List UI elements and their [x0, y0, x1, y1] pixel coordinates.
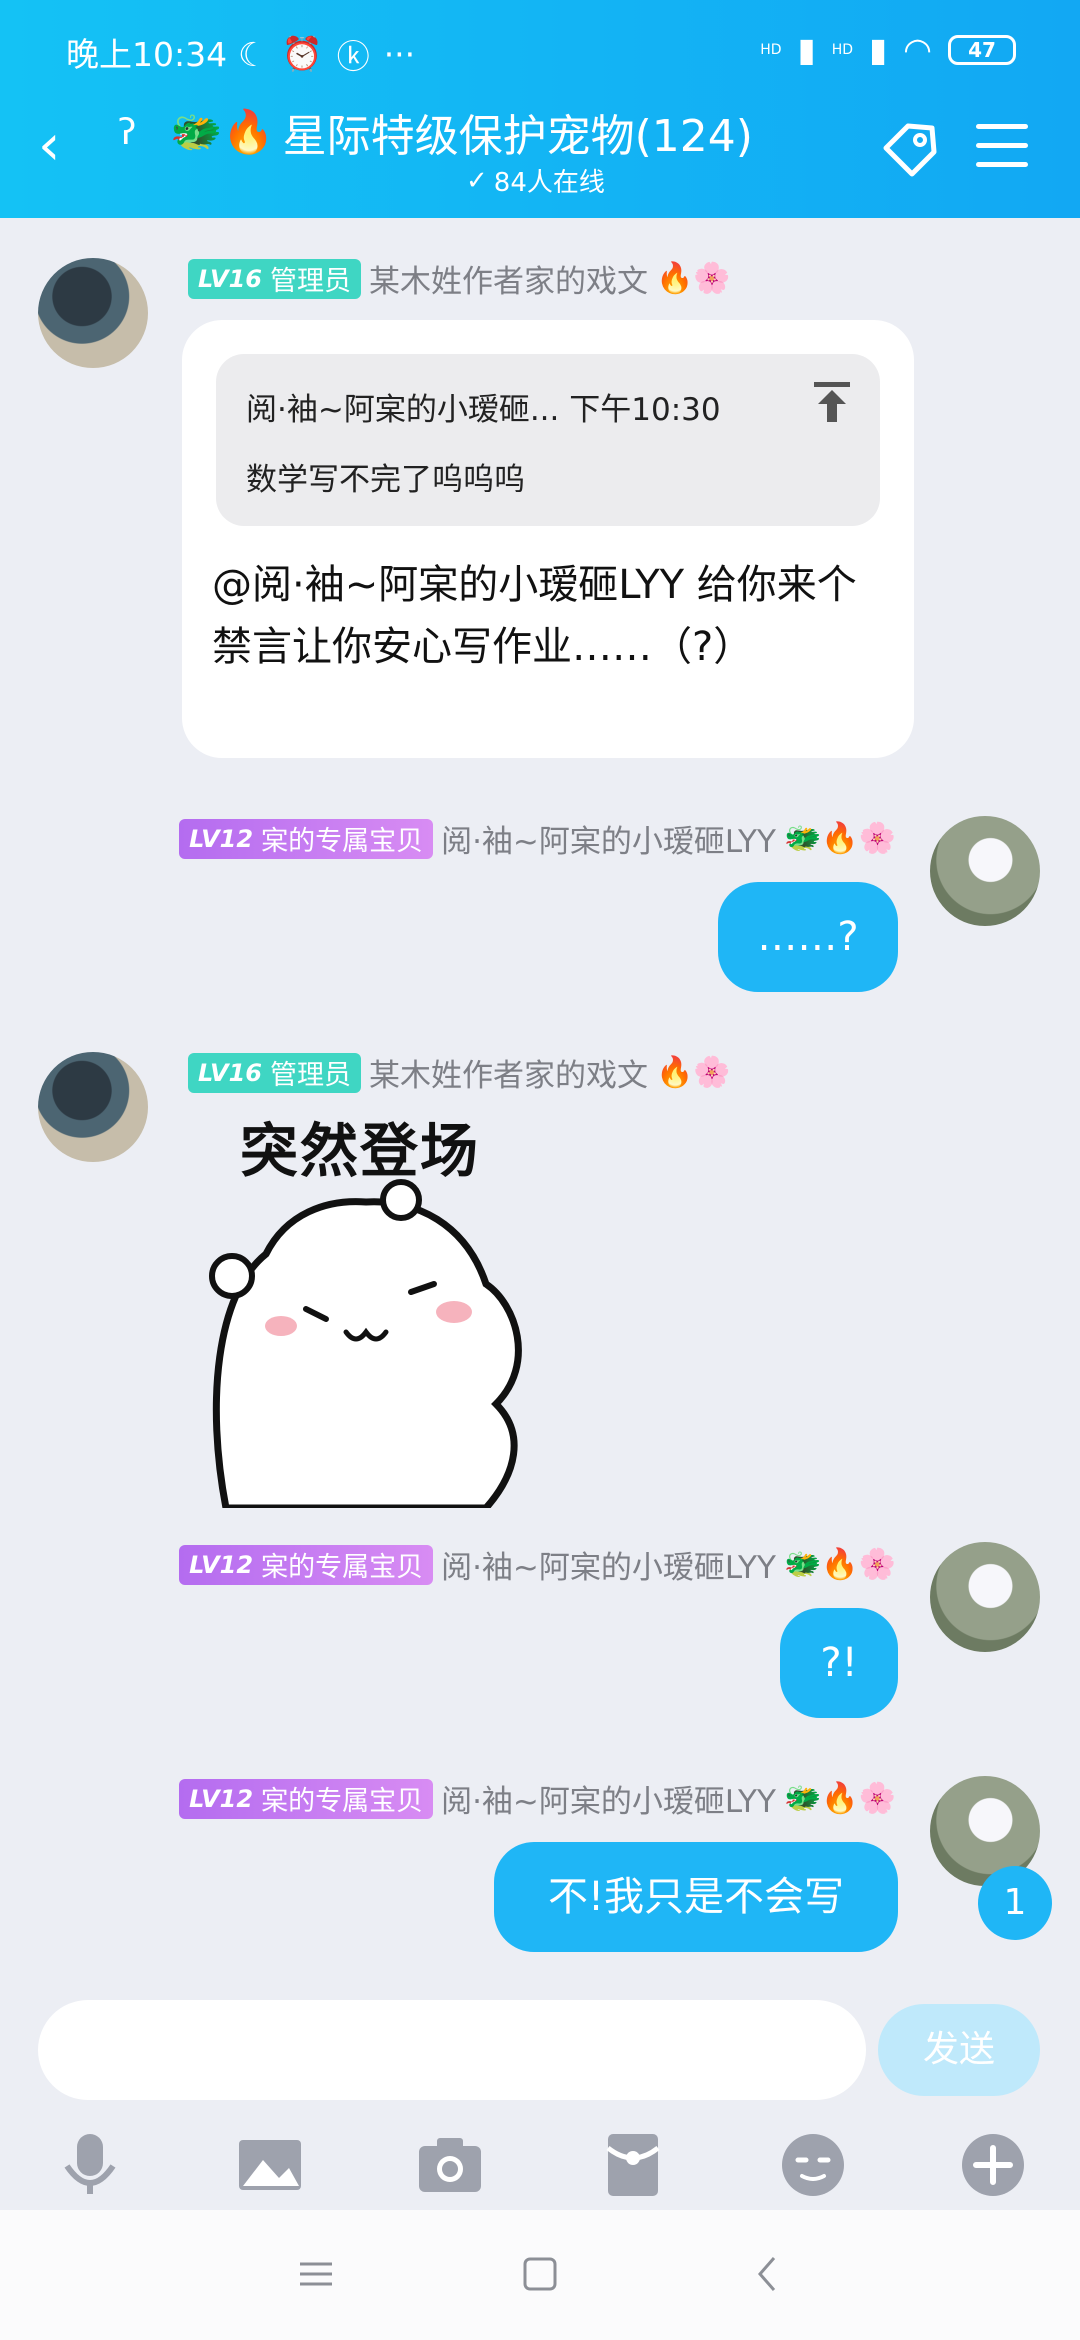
- image-icon[interactable]: [235, 2130, 305, 2200]
- back-button[interactable]: ‹: [38, 118, 60, 174]
- signal-icon-2: ▮: [869, 30, 888, 69]
- sender-name: 某木姓作者家的戏文: [368, 264, 648, 300]
- sender-meta: LV16 管理员 某木姓作者家的戏文 🔥🌸: [188, 256, 731, 301]
- sender-meta: LV12 宲的专属宝贝 阅·袖~阿宲的小瑷砸LYY 🐲🔥🌸: [179, 1776, 896, 1821]
- name-emojis: 🔥🌸: [655, 1055, 731, 1090]
- name-emojis: 🐲🔥🌸: [783, 1547, 896, 1582]
- avatar[interactable]: [38, 258, 148, 368]
- status-right-icons: HD ▮ HD ▮ ◠ 47: [760, 30, 1016, 69]
- system-nav-bar: [0, 2210, 1080, 2340]
- avatar[interactable]: [930, 1542, 1040, 1652]
- chat-title: 星际特级保护宠物(124): [282, 111, 753, 162]
- avatar[interactable]: [38, 1052, 148, 1162]
- status-bar: 晚上10:34 ☾ ⏰ ⓚ ··· HD ▮ HD ▮ ◠ 47: [0, 24, 1080, 76]
- sticker-caption: 突然登场: [240, 1117, 481, 1185]
- k-app-icon: ⓚ: [336, 37, 370, 76]
- menu-icon[interactable]: [976, 124, 1028, 170]
- recents-nav-icon[interactable]: [296, 2254, 336, 2294]
- message-input[interactable]: [38, 2000, 866, 2100]
- online-status[interactable]: ✓ 84人在线: [466, 162, 605, 199]
- message-text: 不!我只是不会写: [547, 1874, 845, 1920]
- input-toolbar: [0, 2130, 1080, 2210]
- unread-count-badge[interactable]: 1: [978, 1866, 1052, 1940]
- battery-indicator: 47: [948, 34, 1016, 65]
- red-packet-icon[interactable]: [598, 2130, 668, 2200]
- sender-name: 阅·袖~阿宲的小瑷砸LYY: [441, 824, 776, 860]
- level-badge: LV12 宲的专属宝贝: [179, 1544, 434, 1585]
- sender-name: 阅·袖~阿宲的小瑷砸LYY: [441, 1784, 776, 1820]
- name-emojis: 🐲🔥🌸: [783, 821, 896, 856]
- message-text: ……?: [757, 914, 859, 960]
- ear-mode-icon[interactable]: ʔ: [118, 112, 136, 153]
- quoted-message[interactable]: 阅·袖~阿宲的小瑷砸... 下午10:30 数学写不完了呜呜呜: [216, 354, 880, 526]
- message-bubble[interactable]: 不!我只是不会写: [494, 1842, 898, 1952]
- sender-meta: LV12 宲的专属宝贝 阅·袖~阿宲的小瑷砸LYY 🐲🔥🌸: [179, 1542, 896, 1587]
- level-badge: LV16 管理员: [188, 1052, 361, 1093]
- name-emojis: 🔥🌸: [655, 261, 731, 296]
- plus-icon[interactable]: [958, 2130, 1028, 2200]
- quote-text: 数学写不完了呜呜呜: [246, 462, 525, 498]
- tag-icon[interactable]: [876, 116, 942, 182]
- camera-icon[interactable]: [415, 2130, 485, 2200]
- level-badge: LV12 宲的专属宝贝: [179, 1778, 434, 1819]
- chat-header: 晚上10:34 ☾ ⏰ ⓚ ··· HD ▮ HD ▮ ◠ 47 ‹ ʔ 🐲🔥 …: [0, 0, 1080, 218]
- message-text: ?!: [820, 1640, 858, 1686]
- wifi-icon: ◠: [903, 30, 932, 69]
- emoji-icon[interactable]: [778, 2130, 848, 2200]
- level-badge: LV12 宲的专属宝贝: [179, 818, 434, 859]
- sender-meta: LV12 宲的专属宝贝 阅·袖~阿宲的小瑷砸LYY 🐲🔥🌸: [179, 816, 896, 861]
- back-nav-icon[interactable]: [748, 2254, 788, 2294]
- message-bubble[interactable]: ……?: [718, 882, 898, 992]
- hd-signal-label-1: HD: [760, 41, 782, 58]
- alarm-icon: ⏰: [281, 34, 323, 73]
- sender-name: 阅·袖~阿宲的小瑷砸LYY: [441, 1550, 776, 1586]
- sender-meta: LV16 管理员 某木姓作者家的戏文 🔥🌸: [188, 1050, 731, 1095]
- status-time: 晚上10:34: [66, 35, 228, 74]
- chat-title-group[interactable]: 🐲🔥 星际特级保护宠物(124): [170, 100, 753, 164]
- send-button[interactable]: 发送: [878, 2004, 1040, 2096]
- name-emojis: 🐲🔥🌸: [783, 1781, 896, 1816]
- status-left-icons: ☾ ⏰ ⓚ ···: [238, 30, 415, 78]
- title-emojis: 🐲🔥: [170, 107, 275, 156]
- jump-to-top-icon[interactable]: [812, 380, 852, 424]
- online-check-icon: ✓: [466, 165, 488, 196]
- level-badge: LV16 管理员: [188, 258, 361, 299]
- signal-icon-1: ▮: [797, 30, 816, 69]
- moon-icon: ☾: [238, 34, 268, 74]
- quote-header: 阅·袖~阿宲的小瑷砸... 下午10:30: [246, 392, 721, 428]
- message-bubble[interactable]: ?!: [780, 1608, 898, 1718]
- microphone-icon[interactable]: [55, 2130, 125, 2200]
- hd-signal-label-2: HD: [831, 41, 854, 58]
- avatar[interactable]: [930, 816, 1040, 926]
- sender-name: 某木姓作者家的戏文: [368, 1058, 648, 1094]
- message-text: @阅·袖~阿宲的小瑷砸LYY 给你来个禁言让你安心写作业……（?）: [212, 562, 857, 670]
- more-dots: ···: [383, 34, 416, 74]
- online-count: 84人在线: [493, 168, 605, 198]
- home-nav-icon[interactable]: [520, 2254, 560, 2294]
